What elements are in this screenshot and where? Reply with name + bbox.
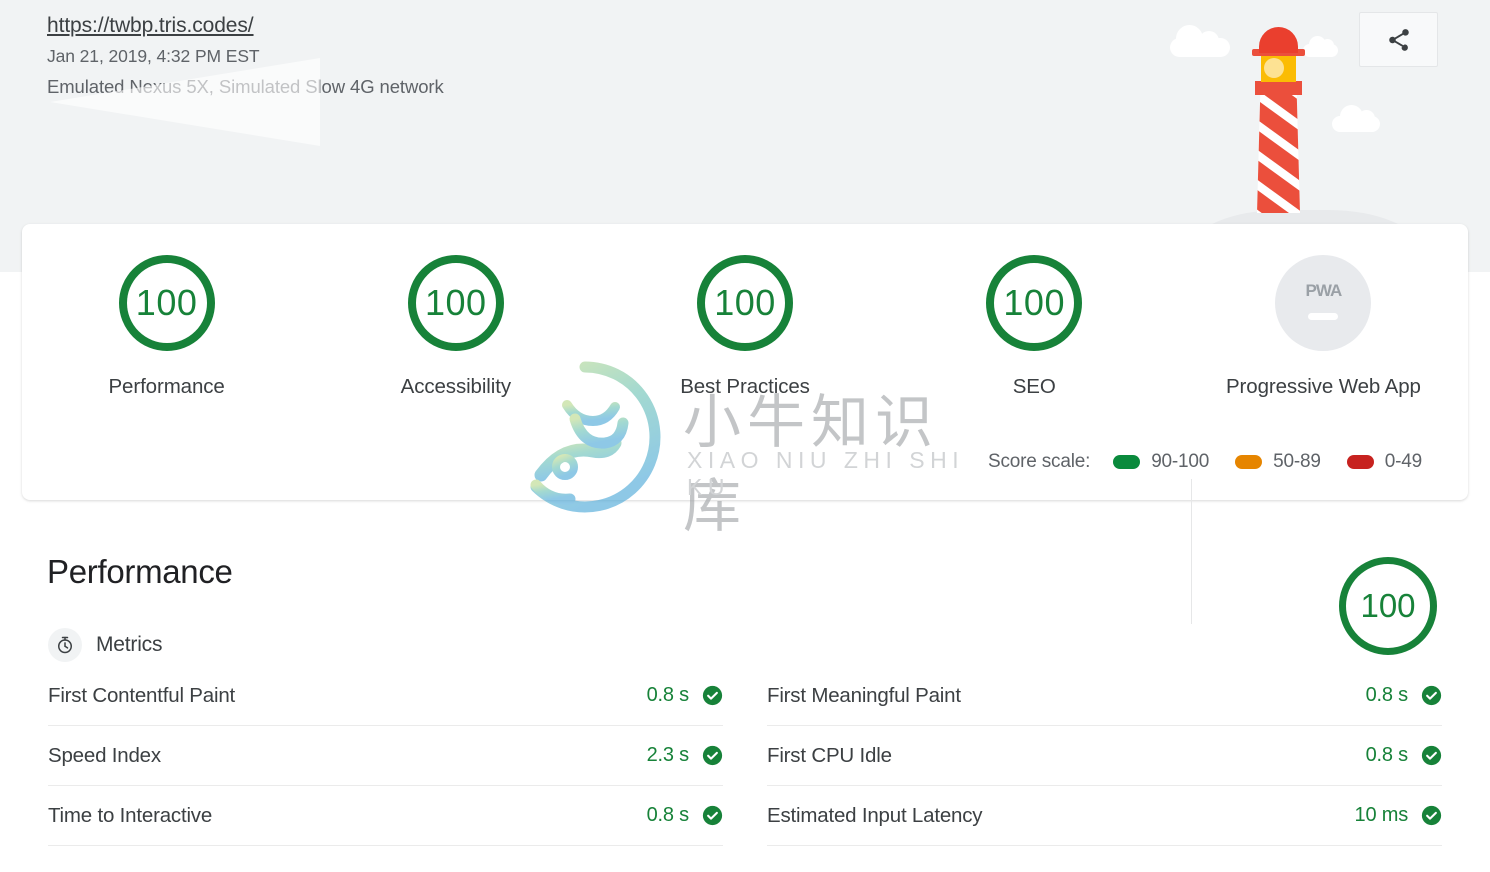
score-ring: 100 <box>118 255 215 351</box>
score-scale-range: 90-100 <box>1151 451 1210 472</box>
metric-row[interactable]: First CPU Idle 0.8 s <box>767 726 1442 786</box>
metrics-grid: First Contentful Paint 0.8 s Speed Index… <box>48 666 1442 846</box>
metrics-column-left: First Contentful Paint 0.8 s Speed Index… <box>48 666 723 846</box>
metric-name: Estimated Input Latency <box>767 803 983 827</box>
metric-value: 0.8 s <box>646 804 690 826</box>
metric-name: First Meaningful Paint <box>767 683 961 707</box>
light-beam <box>50 58 320 146</box>
score-ring: 100 <box>697 255 793 351</box>
metrics-header: Metrics <box>48 628 162 662</box>
metric-value: 10 ms <box>1354 804 1409 826</box>
metric-result: 0.8 s <box>1366 744 1442 767</box>
score-scale-label: Score scale: <box>988 451 1091 472</box>
metric-row[interactable]: Time to Interactive 0.8 s <box>48 786 723 846</box>
stopwatch-icon <box>48 628 82 662</box>
lighthouse-lamp-glow <box>1264 58 1284 78</box>
report-url-link[interactable]: https://twbp.tris.codes/ <box>47 14 254 38</box>
cloud-icon <box>1332 105 1380 132</box>
orange-pill-icon <box>1235 455 1263 469</box>
score-label: Progressive Web App <box>1225 375 1421 398</box>
score-scale-item-green: 90-100 <box>1113 451 1209 473</box>
metric-name: Time to Interactive <box>48 803 213 827</box>
metric-result: 2.3 s <box>647 744 723 767</box>
pwa-dash-icon <box>1308 312 1339 320</box>
pwa-badge-text: PWA <box>1305 280 1343 300</box>
pass-check-icon <box>1421 745 1442 766</box>
pwa-divider <box>1191 479 1192 624</box>
score-label: Performance <box>108 375 225 398</box>
score-gauge-accessibility[interactable]: 100 Accessibility <box>311 224 600 399</box>
metric-row[interactable]: Speed Index 2.3 s <box>48 726 723 786</box>
score-label: Best Practices <box>680 375 810 398</box>
cloud-icon <box>1170 25 1230 57</box>
lighthouse-tower <box>1257 88 1300 213</box>
score-gauge-seo[interactable]: 100 SEO <box>890 224 1179 399</box>
pass-check-icon <box>702 805 723 826</box>
score-gauge-pwa[interactable]: PWA Progressive Web App <box>1179 224 1468 399</box>
pwa-badge: PWA <box>1275 255 1372 351</box>
score-scale-item-orange: 50-89 <box>1235 451 1321 473</box>
score-ring: 100 <box>986 255 1083 351</box>
score-scale-legend: Score scale: 90-100 50-89 0-49 <box>988 451 1422 473</box>
performance-score-value: 100 <box>1360 587 1416 624</box>
pass-check-icon <box>1421 685 1442 706</box>
red-pill-icon <box>1346 455 1374 469</box>
metric-value: 0.8 s <box>646 684 690 706</box>
pass-check-icon <box>1421 805 1442 826</box>
score-scale-item-red: 0-49 <box>1346 451 1422 473</box>
lighthouse-report: https://twbp.tris.codes/ Jan 21, 2019, 4… <box>0 0 1490 872</box>
metric-name: Speed Index <box>48 743 161 767</box>
metric-name: First CPU Idle <box>767 743 892 767</box>
lighthouse-band <box>1255 81 1302 95</box>
performance-score-gauge: 100 <box>1339 557 1437 655</box>
score-ring: 100 <box>407 255 504 351</box>
metric-row[interactable]: Estimated Input Latency 10 ms <box>767 786 1442 846</box>
score-value: 100 <box>1003 282 1065 323</box>
metric-value: 0.8 s <box>1365 744 1409 766</box>
pass-check-icon <box>702 745 723 766</box>
score-scale-range: 0-49 <box>1384 451 1422 472</box>
green-pill-icon <box>1113 455 1141 469</box>
metric-result: 10 ms <box>1355 804 1442 827</box>
metric-value: 2.3 s <box>646 744 690 766</box>
score-gauge-performance[interactable]: 100 Performance <box>22 224 311 399</box>
score-scale-range: 50-89 <box>1273 451 1321 472</box>
score-value: 100 <box>135 282 198 323</box>
score-summary-card: 100 Performance 100 Accessibility 100 Be… <box>22 224 1468 624</box>
score-label: Accessibility <box>400 375 511 398</box>
cloud-icon <box>1303 36 1338 57</box>
score-label: SEO <box>1012 375 1056 398</box>
metric-name: First Contentful Paint <box>48 683 236 707</box>
metric-value: 0.8 s <box>1365 684 1409 706</box>
pass-check-icon <box>702 685 723 706</box>
score-value: 100 <box>714 282 776 323</box>
metric-result: 0.8 s <box>1366 684 1442 707</box>
metric-result: 0.8 s <box>647 684 723 707</box>
metrics-heading-label: Metrics <box>96 633 163 656</box>
metric-result: 0.8 s <box>647 804 723 827</box>
score-gauge-best-practices[interactable]: 100 Best Practices <box>600 224 889 399</box>
metric-row[interactable]: First Contentful Paint 0.8 s <box>48 666 723 726</box>
lighthouse-dome <box>1259 27 1298 53</box>
score-gauges: 100 Performance 100 Accessibility 100 Be… <box>22 224 1468 424</box>
performance-heading: Performance <box>47 553 233 590</box>
metric-row[interactable]: First Meaningful Paint 0.8 s <box>767 666 1442 726</box>
score-value: 100 <box>425 282 487 323</box>
metrics-column-right: First Meaningful Paint 0.8 s First CPU I… <box>767 666 1442 846</box>
